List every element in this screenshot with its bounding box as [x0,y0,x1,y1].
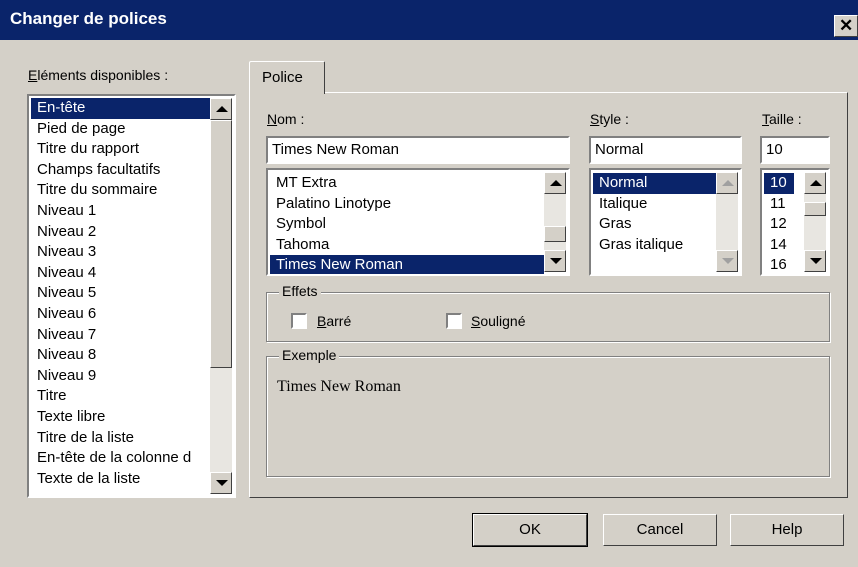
tab-police[interactable]: Police [249,61,325,94]
scroll-down-button[interactable] [544,250,566,272]
arrow-up-icon [550,180,562,186]
available-scrollbar[interactable] [210,98,232,494]
available-element-item[interactable]: En-tête de la colonne d [31,448,211,469]
available-element-item[interactable]: Titre du rapport [31,139,211,160]
available-element-item[interactable]: Niveau 3 [31,242,211,263]
font-size-listbox[interactable]: 10 11 12 14 16 [760,168,830,276]
font-name-item[interactable]: Palatino Linotype [270,194,544,215]
arrow-up-icon [810,180,822,186]
underline-label[interactable]: Souligné [471,313,526,329]
strikethrough-checkbox[interactable] [291,313,307,329]
arrow-down-icon [550,258,562,264]
available-element-item[interactable]: Niveau 2 [31,222,211,243]
available-element-item[interactable]: En-tête [31,98,211,119]
font-size-item[interactable]: 16 [764,255,794,274]
font-name-label: Nom : [267,111,305,127]
available-element-item[interactable]: Niveau 1 [31,201,211,222]
strikethrough-label[interactable]: Barré [317,313,351,329]
font-name-item[interactable]: Symbol [270,214,544,235]
available-elements-listbox[interactable]: En-tête Pied de page Titre du rapport Champ… [27,94,236,498]
font-style-item[interactable]: Normal [593,173,717,194]
font-name-listbox[interactable]: MT Extra Palatino Linotype Symbol Tahoma Tim… [266,168,570,276]
available-element-item[interactable]: Niveau 4 [31,263,211,284]
available-element-item[interactable]: Niveau 7 [31,325,211,346]
scroll-up-button [716,172,738,194]
font-name-item[interactable]: MT Extra [270,173,544,194]
font-size-item[interactable]: 11 [764,194,794,215]
font-style-scrollbar [716,172,738,272]
font-size-item[interactable]: 10 [764,173,794,194]
available-element-item[interactable]: Texte de la liste [31,469,211,490]
font-style-item[interactable]: Gras italique [593,235,717,256]
scroll-thumb[interactable] [544,226,566,242]
available-elements-label: Eléments disponibles : [28,67,169,83]
effects-label: Effets [279,283,321,299]
font-name-scrollbar[interactable] [544,172,566,272]
available-element-item[interactable]: Niveau 8 [31,345,211,366]
scroll-down-button [716,250,738,272]
font-style-label: Style : [590,111,629,127]
scroll-up-button[interactable] [804,172,826,194]
arrow-down-icon [722,258,734,264]
available-element-item[interactable]: Titre [31,386,211,407]
scroll-thumb[interactable] [210,120,232,368]
title-bar: Changer de polices [0,0,858,40]
font-size-label: Taille : [762,111,802,127]
font-style-item[interactable]: Gras [593,214,717,235]
available-element-item[interactable]: Pied de page [31,119,211,140]
help-button[interactable]: Help [730,514,844,546]
available-element-item[interactable]: Titre du sommaire [31,180,211,201]
font-size-item[interactable]: 14 [764,235,794,256]
font-style-item[interactable]: Italique [593,194,717,215]
font-style-listbox[interactable]: Normal Italique Gras Gras italique [589,168,742,276]
scroll-down-button[interactable] [210,472,232,494]
available-element-item[interactable]: Texte libre [31,407,211,428]
font-size-input[interactable]: 10 [760,136,830,164]
scroll-down-button[interactable] [804,250,826,272]
font-name-input[interactable]: Times New Roman [266,136,570,164]
scroll-up-button[interactable] [544,172,566,194]
font-style-input[interactable]: Normal [589,136,742,164]
available-element-item[interactable]: Niveau 5 [31,283,211,304]
close-button[interactable]: ✕ [834,15,858,37]
window-title: Changer de polices [10,9,167,28]
sample-label: Exemple [279,347,340,363]
font-size-item[interactable]: 12 [764,214,794,235]
available-element-item[interactable]: Niveau 6 [31,304,211,325]
sample-group [266,356,830,477]
available-element-item[interactable]: Niveau 9 [31,366,211,387]
font-size-scrollbar[interactable] [804,172,826,272]
available-element-item[interactable]: Champs facultatifs [31,160,211,181]
font-name-item[interactable]: Tahoma [270,235,544,256]
tab-label: Police [262,69,303,86]
ok-button[interactable]: OK [472,513,588,547]
arrow-down-icon [216,480,228,486]
sample-text: Times New Roman [277,378,401,395]
scroll-thumb[interactable] [804,202,826,216]
close-icon: ✕ [839,16,854,35]
scroll-up-button[interactable] [210,98,232,120]
available-element-item[interactable]: Titre de la liste [31,428,211,449]
font-name-item[interactable]: Times New Roman [270,255,544,274]
cancel-button[interactable]: Cancel [603,514,717,546]
arrow-up-icon [722,180,734,186]
arrow-up-icon [216,106,228,112]
arrow-down-icon [810,258,822,264]
underline-checkbox[interactable] [446,313,462,329]
